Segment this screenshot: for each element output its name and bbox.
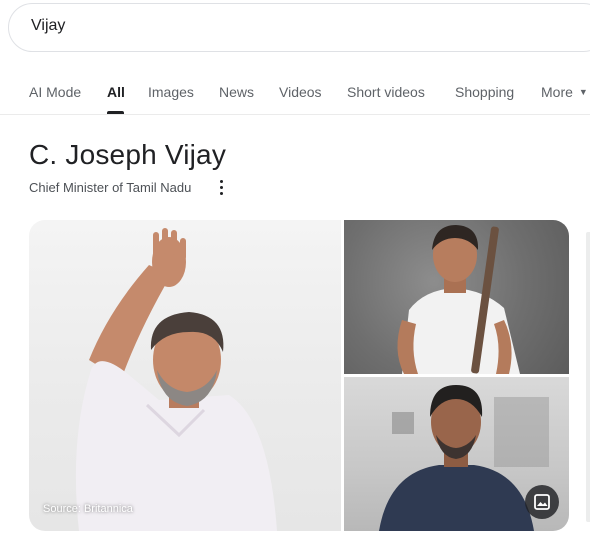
- tab-shopping[interactable]: Shopping: [455, 84, 514, 100]
- active-tab-indicator: [107, 111, 124, 114]
- image-icon: [534, 494, 550, 510]
- tab-more-label: More: [541, 84, 573, 100]
- person-tshirt-illustration: [397, 225, 520, 374]
- chevron-down-icon: ▼: [578, 87, 588, 97]
- search-box[interactable]: [8, 3, 590, 52]
- image-source-label: Source: Britannica: [43, 503, 133, 515]
- tab-more[interactable]: More ▼: [541, 84, 588, 100]
- tab-ai-mode[interactable]: AI Mode: [29, 84, 81, 100]
- entity-subtitle: Chief Minister of Tamil Nadu: [29, 180, 192, 195]
- image-collage: Source: Britannica: [29, 220, 569, 531]
- image-white-tshirt[interactable]: [344, 220, 569, 374]
- search-results-page: AI Mode All Images News Videos Short vid…: [0, 0, 590, 541]
- tab-all[interactable]: All: [107, 84, 125, 100]
- person-waving-illustration: [75, 228, 277, 531]
- search-tabs: AI Mode All Images News Videos Short vid…: [0, 70, 590, 115]
- tab-short-videos[interactable]: Short videos: [347, 84, 425, 100]
- tab-videos[interactable]: Videos: [279, 84, 322, 100]
- image-main-waving[interactable]: Source: Britannica: [29, 220, 341, 531]
- next-panel-edge: [586, 232, 590, 522]
- more-vert-icon[interactable]: [218, 178, 226, 196]
- search-input[interactable]: [31, 17, 431, 35]
- tab-images[interactable]: Images: [148, 84, 194, 100]
- tab-news[interactable]: News: [219, 84, 254, 100]
- image-dark-shirt[interactable]: [344, 377, 569, 531]
- entity-title: C. Joseph Vijay: [29, 139, 227, 170]
- image-search-button[interactable]: [525, 485, 559, 519]
